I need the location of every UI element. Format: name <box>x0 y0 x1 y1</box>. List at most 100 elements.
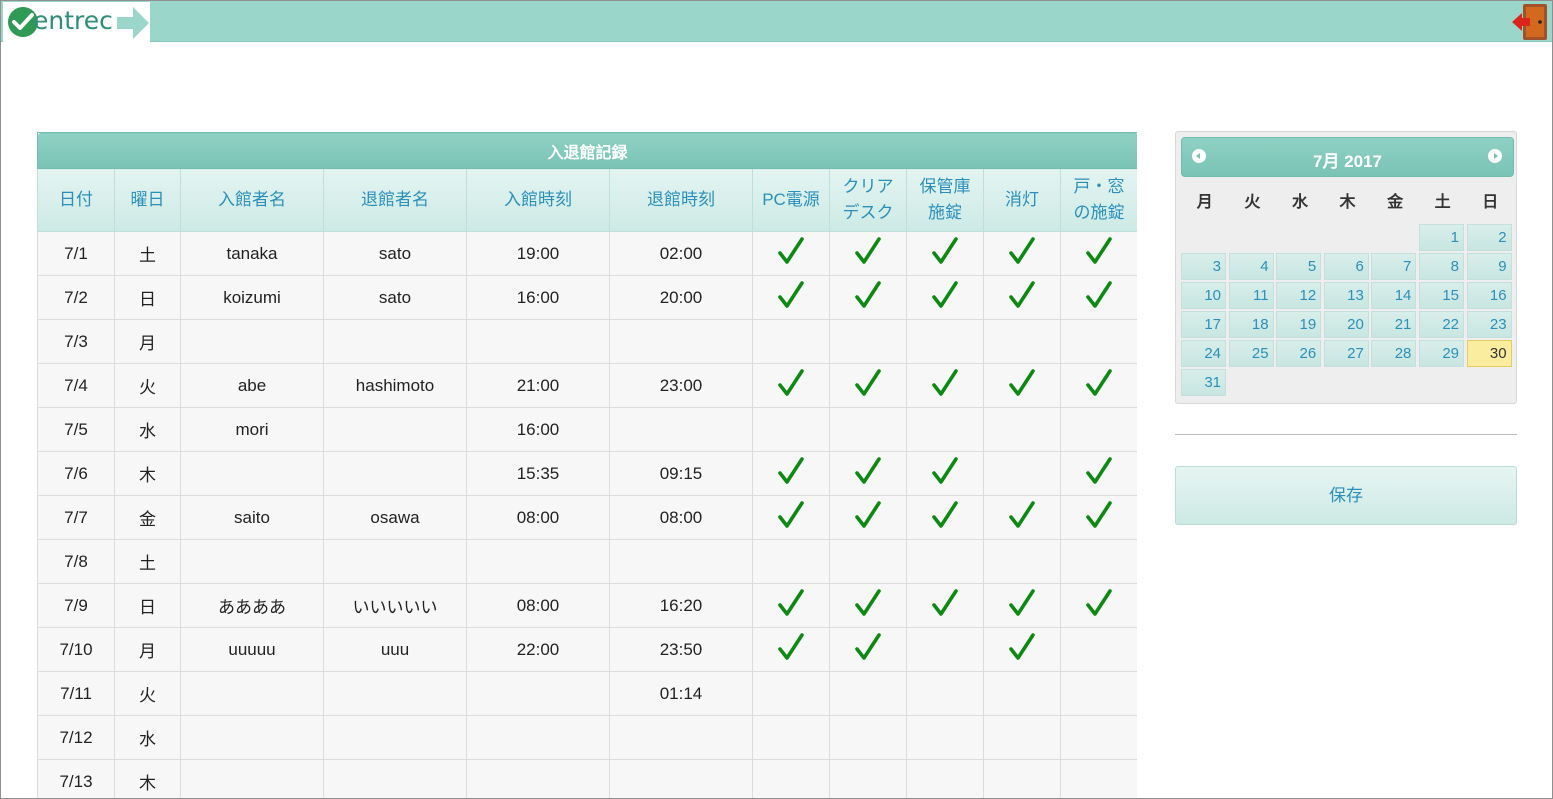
table-row[interactable]: 7/11 火 01:14 <box>37 671 1137 716</box>
cell-storage-lock[interactable] <box>906 275 984 320</box>
cell-lights-off[interactable] <box>983 759 1061 798</box>
table-row[interactable]: 7/10 月 uuuuu uuu 22:00 23:50 <box>37 627 1137 672</box>
cell-pc-power[interactable] <box>752 363 830 408</box>
calendar-day[interactable]: 25 <box>1228 340 1274 367</box>
cell-storage-lock[interactable] <box>906 759 984 798</box>
calendar-day[interactable]: 6 <box>1323 253 1369 280</box>
cell-door-window-lock[interactable] <box>1059 231 1137 276</box>
cell-door-window-lock[interactable] <box>1059 275 1137 320</box>
table-row[interactable]: 7/9 日ああああ いいいいい 08:00 16:20 <box>37 583 1137 628</box>
cell-pc-power[interactable] <box>752 671 830 716</box>
cell-storage-lock[interactable] <box>906 319 984 364</box>
cell-pc-power[interactable] <box>752 407 830 452</box>
calendar-day[interactable]: 5 <box>1276 253 1322 280</box>
cell-clear-desk[interactable] <box>829 671 907 716</box>
exit-door-icon[interactable] <box>1510 3 1550 41</box>
cell-clear-desk[interactable] <box>829 319 907 364</box>
cell-pc-power[interactable] <box>752 495 830 540</box>
calendar-day[interactable]: 10 <box>1181 282 1226 309</box>
calendar-day[interactable]: 28 <box>1371 340 1417 367</box>
cell-clear-desk[interactable] <box>829 451 907 496</box>
cell-lights-off[interactable] <box>983 715 1061 760</box>
cell-lights-off[interactable] <box>983 539 1061 584</box>
cell-lights-off[interactable] <box>983 407 1061 452</box>
cell-storage-lock[interactable] <box>906 583 984 628</box>
calendar-day[interactable]: 9 <box>1466 253 1512 280</box>
calendar-day[interactable]: 16 <box>1466 282 1512 309</box>
cell-door-window-lock[interactable] <box>1059 715 1137 760</box>
calendar-day[interactable]: 29 <box>1419 340 1464 367</box>
calendar-day[interactable]: 11 <box>1228 282 1274 309</box>
cell-door-window-lock[interactable] <box>1059 363 1137 408</box>
calendar-day[interactable]: 3 <box>1181 253 1226 280</box>
cell-storage-lock[interactable] <box>906 451 984 496</box>
table-row[interactable]: 7/1 土 tanaka sato 19:00 02:00 <box>37 231 1137 276</box>
cell-door-window-lock[interactable] <box>1059 451 1137 496</box>
cell-lights-off[interactable] <box>983 583 1061 628</box>
cell-pc-power[interactable] <box>752 231 830 276</box>
cell-clear-desk[interactable] <box>829 627 907 672</box>
calendar-day[interactable]: 24 <box>1181 340 1226 367</box>
calendar-day[interactable]: 13 <box>1323 282 1369 309</box>
cell-lights-off[interactable] <box>983 231 1061 276</box>
cell-clear-desk[interactable] <box>829 275 907 320</box>
cell-lights-off[interactable] <box>983 275 1061 320</box>
calendar-day[interactable]: 19 <box>1276 311 1322 338</box>
table-row[interactable]: 7/4 火 abe hashimoto 21:00 23:00 <box>37 363 1137 408</box>
cell-pc-power[interactable] <box>752 627 830 672</box>
cell-lights-off[interactable] <box>983 495 1061 540</box>
table-row[interactable]: 7/12 水 <box>37 715 1137 760</box>
cell-door-window-lock[interactable] <box>1059 539 1137 584</box>
cell-pc-power[interactable] <box>752 759 830 798</box>
calendar-day[interactable]: 23 <box>1466 311 1512 338</box>
calendar-day[interactable]: 27 <box>1323 340 1369 367</box>
calendar-day[interactable]: 2 <box>1466 224 1512 251</box>
cell-door-window-lock[interactable] <box>1059 407 1137 452</box>
cell-pc-power[interactable] <box>752 539 830 584</box>
cell-clear-desk[interactable] <box>829 407 907 452</box>
calendar-day[interactable]: 31 <box>1181 369 1226 396</box>
calendar-day[interactable]: 26 <box>1276 340 1322 367</box>
calendar-day[interactable]: 22 <box>1419 311 1464 338</box>
cell-storage-lock[interactable] <box>906 539 984 584</box>
table-row[interactable]: 7/8 土 <box>37 539 1137 584</box>
calendar-day[interactable]: 17 <box>1181 311 1226 338</box>
calendar-day[interactable]: 12 <box>1276 282 1322 309</box>
cell-door-window-lock[interactable] <box>1059 759 1137 798</box>
cell-storage-lock[interactable] <box>906 407 984 452</box>
save-button[interactable]: 保存 <box>1175 466 1517 525</box>
cell-door-window-lock[interactable] <box>1059 671 1137 716</box>
cell-storage-lock[interactable] <box>906 671 984 716</box>
cell-storage-lock[interactable] <box>906 363 984 408</box>
cell-clear-desk[interactable] <box>829 363 907 408</box>
calendar-day[interactable]: 21 <box>1371 311 1417 338</box>
cell-pc-power[interactable] <box>752 715 830 760</box>
cell-clear-desk[interactable] <box>829 231 907 276</box>
cell-storage-lock[interactable] <box>906 495 984 540</box>
cell-clear-desk[interactable] <box>829 759 907 798</box>
cell-lights-off[interactable] <box>983 451 1061 496</box>
cell-clear-desk[interactable] <box>829 715 907 760</box>
table-row[interactable]: 7/6 木 15:35 09:15 <box>37 451 1137 496</box>
cell-clear-desk[interactable] <box>829 539 907 584</box>
cell-storage-lock[interactable] <box>906 231 984 276</box>
calendar-day[interactable]: 14 <box>1371 282 1417 309</box>
calendar-day[interactable]: 8 <box>1419 253 1464 280</box>
app-logo[interactable]: entrec <box>3 2 150 42</box>
cell-pc-power[interactable] <box>752 275 830 320</box>
calendar-day[interactable]: 1 <box>1419 224 1464 251</box>
cell-door-window-lock[interactable] <box>1059 627 1137 672</box>
table-row[interactable]: 7/13 木 <box>37 759 1137 798</box>
table-row[interactable]: 7/3 月 <box>37 319 1137 364</box>
table-row[interactable]: 7/2 日 koizumi sato 16:00 20:00 <box>37 275 1137 320</box>
table-row[interactable]: 7/5 水 mori 16:00 <box>37 407 1137 452</box>
calendar-day[interactable]: 18 <box>1228 311 1274 338</box>
cell-lights-off[interactable] <box>983 363 1061 408</box>
calendar-day[interactable]: 7 <box>1371 253 1417 280</box>
table-row[interactable]: 7/7 金 saito osawa 08:00 08:00 <box>37 495 1137 540</box>
calendar-day[interactable]: 15 <box>1419 282 1464 309</box>
cell-lights-off[interactable] <box>983 319 1061 364</box>
cell-storage-lock[interactable] <box>906 627 984 672</box>
calendar-day[interactable]: 4 <box>1228 253 1274 280</box>
cell-clear-desk[interactable] <box>829 583 907 628</box>
